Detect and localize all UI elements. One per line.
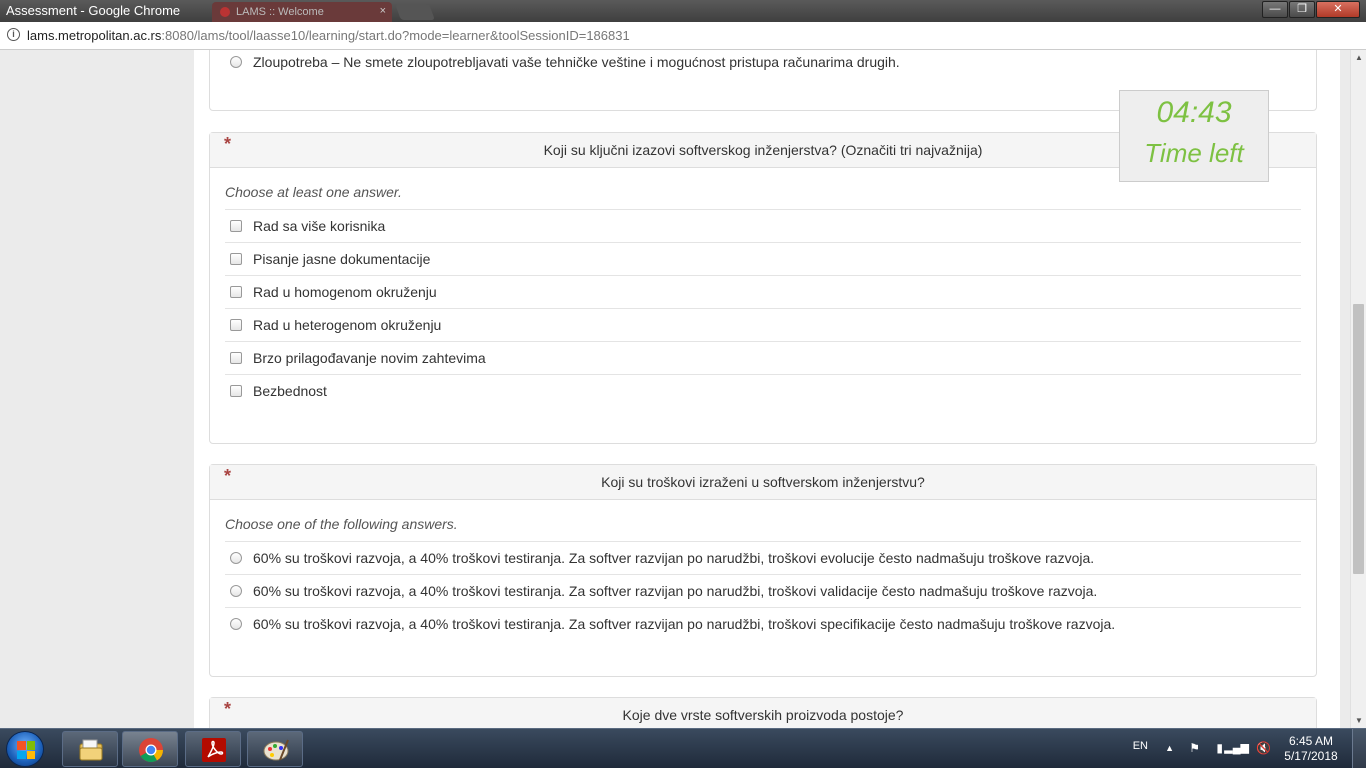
taskbar-explorer-button[interactable] xyxy=(62,731,118,767)
required-mark: * xyxy=(224,134,232,154)
question-title: Koji su ključni izazovi softverskog inže… xyxy=(543,142,983,158)
radio-button[interactable] xyxy=(230,618,242,630)
acrobat-icon xyxy=(202,738,226,762)
new-tab-button[interactable] xyxy=(395,4,435,20)
taskbar-acrobat-button[interactable] xyxy=(185,731,241,767)
radio-button[interactable] xyxy=(230,56,242,68)
address-bar[interactable]: i lams.metropolitan.ac.rs:8080/lams/tool… xyxy=(0,22,1366,50)
clock-date: 5/17/2018 xyxy=(1284,749,1338,763)
answer-option[interactable]: 60% su troškovi razvoja, a 40% troškovi … xyxy=(225,607,1301,640)
question-header: * Koje dve vrste softverskih proizvoda p… xyxy=(210,698,1316,728)
maximize-button[interactable]: ❐ xyxy=(1289,1,1315,18)
option-label: Pisanje jasne dokumentacije xyxy=(253,251,431,267)
checkbox[interactable] xyxy=(230,286,242,298)
paint-icon xyxy=(263,739,289,761)
option-label: Rad sa više korisnika xyxy=(253,218,386,234)
required-mark: * xyxy=(224,466,232,486)
language-indicator[interactable]: EN xyxy=(1133,740,1148,752)
window-title: Assessment - Google Chrome xyxy=(6,3,181,18)
option-label: 60% su troškovi razvoja, a 40% troškovi … xyxy=(253,550,1095,566)
battery-icon[interactable]: ▮ xyxy=(1216,741,1223,755)
volume-muted-icon[interactable]: 🔇 xyxy=(1256,741,1271,755)
clock-time: 6:45 AM xyxy=(1288,734,1334,748)
answer-instruction: Choose one of the following answers. xyxy=(225,516,458,532)
show-desktop-button[interactable] xyxy=(1352,729,1366,768)
taskbar-clock[interactable]: 6:45 AM 5/17/2018 xyxy=(1280,734,1342,764)
close-button[interactable]: ✕ xyxy=(1316,1,1360,18)
start-button[interactable] xyxy=(6,731,44,767)
answer-option[interactable]: Brzo prilagođavanje novim zahtevima xyxy=(225,341,1301,374)
checkbox[interactable] xyxy=(230,220,242,232)
browser-title-bar: Assessment - Google Chrome LAMS :: Welco… xyxy=(0,0,1366,22)
option-label: 60% su troškovi razvoja, a 40% troškovi … xyxy=(253,583,1098,599)
url-path: :8080/lams/tool/laasse10/learning/start.… xyxy=(161,28,630,43)
timer-label: Time left xyxy=(1144,138,1244,168)
radio-button[interactable] xyxy=(230,585,242,597)
checkbox[interactable] xyxy=(230,385,242,397)
question-header: * Koji su troškovi izraženi u softversko… xyxy=(210,465,1316,500)
windows-logo-icon xyxy=(17,741,35,759)
scroll-down-arrow-icon[interactable]: ▼ xyxy=(1355,716,1363,725)
scroll-up-arrow-icon[interactable]: ▲ xyxy=(1355,53,1363,62)
answer-option[interactable]: 60% su troškovi razvoja, a 40% troškovi … xyxy=(225,574,1301,607)
tab-close-icon[interactable]: × xyxy=(380,5,386,17)
option-label: Bezbednost xyxy=(253,383,327,399)
radio-button[interactable] xyxy=(230,552,242,564)
network-signal-icon[interactable]: ▂▄▆ xyxy=(1224,741,1249,754)
answer-option[interactable]: Rad u heterogenom okruženju xyxy=(225,308,1301,341)
answer-option[interactable]: 60% su troškovi razvoja, a 40% troškovi … xyxy=(225,541,1301,574)
tab-favicon-icon xyxy=(220,7,230,18)
option-label: Brzo prilagođavanje novim zahtevima xyxy=(253,350,486,366)
option-label: 60% su troškovi razvoja, a 40% troškovi … xyxy=(253,616,1116,632)
url-host: lams.metropolitan.ac.rs xyxy=(27,28,162,43)
taskbar-chrome-button[interactable] xyxy=(122,731,178,767)
question-title: Koji su troškovi izraženi u softverskom … xyxy=(601,474,925,490)
option-label: Zloupotreba – Ne smete zloupotrebljavati… xyxy=(253,54,900,70)
option-label: Rad u homogenom okruženju xyxy=(253,284,437,300)
countdown-timer: 04:43 Time left xyxy=(1119,90,1269,182)
option-label: Rad u heterogenom okruženju xyxy=(253,317,442,333)
background-tab-title: LAMS :: Welcome xyxy=(236,6,324,18)
checkbox[interactable] xyxy=(230,319,242,331)
windows-explorer-icon xyxy=(79,739,103,761)
windows-taskbar: EN ▲ ⚑ ▮ ▂▄▆ 🔇 6:45 AM 5/17/2018 xyxy=(0,728,1366,768)
answer-option[interactable]: Pisanje jasne dokumentacije xyxy=(225,242,1301,275)
required-mark: * xyxy=(224,699,232,719)
question-title: Koje dve vrste softverskih proizvoda pos… xyxy=(622,707,904,723)
url-text[interactable]: lams.metropolitan.ac.rs:8080/lams/tool/l… xyxy=(27,28,630,43)
checkbox[interactable] xyxy=(230,253,242,265)
window-controls: — ❐ ✕ xyxy=(1261,1,1360,18)
timer-value: 04:43 xyxy=(1156,96,1232,129)
action-center-flag-icon[interactable]: ⚑ xyxy=(1189,741,1200,755)
answer-option[interactable]: Rad sa više korisnika xyxy=(225,209,1301,242)
info-icon[interactable]: i xyxy=(7,28,20,41)
question-panel: * Koje dve vrste softverskih proizvoda p… xyxy=(209,697,1317,728)
chrome-icon xyxy=(139,738,163,763)
minimize-button[interactable]: — xyxy=(1262,1,1288,18)
scrollbar-thumb[interactable] xyxy=(1353,304,1364,574)
vertical-scrollbar[interactable]: ▲ ▼ xyxy=(1350,50,1366,728)
background-tab[interactable]: LAMS :: Welcome × xyxy=(212,2,392,22)
answer-option[interactable]: Zloupotreba – Ne smete zloupotrebljavati… xyxy=(225,50,1301,79)
question-panel: * Koji su troškovi izraženi u softversko… xyxy=(209,464,1317,677)
show-hidden-icons-icon[interactable]: ▲ xyxy=(1165,743,1174,753)
checkbox[interactable] xyxy=(230,352,242,364)
answer-option[interactable]: Bezbednost xyxy=(225,374,1301,407)
taskbar-paint-button[interactable] xyxy=(247,731,303,767)
answer-option[interactable]: Rad u homogenom okruženju xyxy=(225,275,1301,308)
answer-instruction: Choose at least one answer. xyxy=(225,184,402,200)
